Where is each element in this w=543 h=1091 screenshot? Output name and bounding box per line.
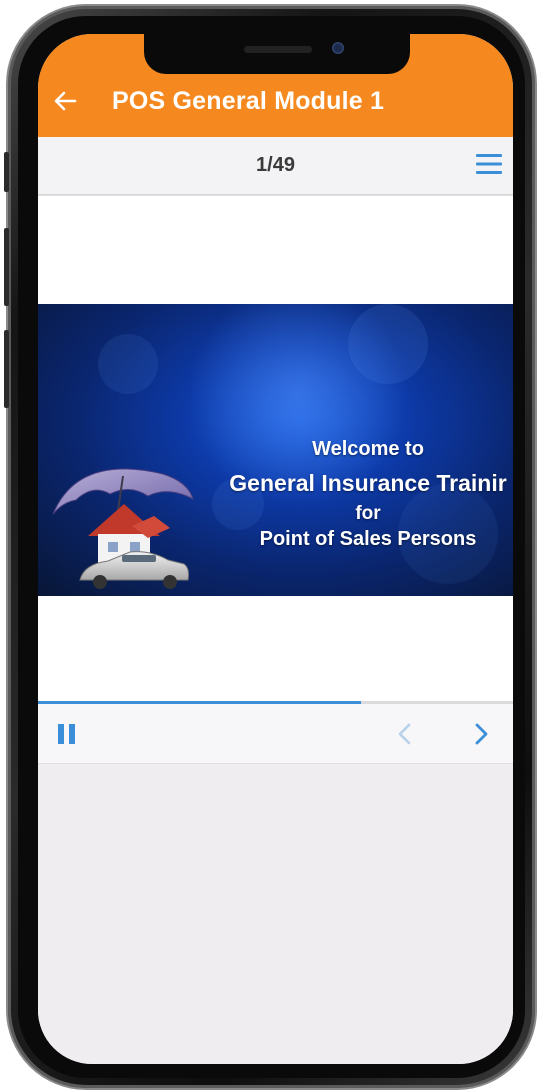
slide-for-text: for (355, 503, 381, 524)
playback-controls (38, 704, 513, 764)
slide-heading: General Insurance Trainir (229, 470, 507, 496)
slide-subheading: Point of Sales Persons (259, 528, 477, 550)
page-bar: 1/49 (38, 137, 513, 195)
volume-down-button (4, 330, 9, 408)
mute-switch (4, 152, 9, 192)
hamburger-menu-icon[interactable] (475, 151, 503, 177)
empty-content-area (38, 765, 513, 1064)
chevron-left-icon[interactable] (394, 721, 416, 747)
pause-icon[interactable] (56, 722, 78, 746)
page-counter: 1/49 (256, 154, 295, 176)
front-camera (332, 42, 344, 54)
volume-up-button (4, 228, 9, 306)
phone-notch (144, 34, 410, 74)
slide-viewer: Welcome to General Insurance Trainir for… (38, 196, 513, 701)
speaker-grille (244, 46, 312, 53)
app-screen: POS General Module 1 1/49 Welcome to Gen… (38, 34, 513, 1064)
arrow-left-icon[interactable] (52, 88, 78, 114)
slide-welcome-text: Welcome to (312, 438, 424, 460)
slide-image: Welcome to General Insurance Trainir for… (38, 304, 513, 596)
chevron-right-icon[interactable] (470, 721, 492, 747)
page-title: POS General Module 1 (112, 87, 385, 115)
